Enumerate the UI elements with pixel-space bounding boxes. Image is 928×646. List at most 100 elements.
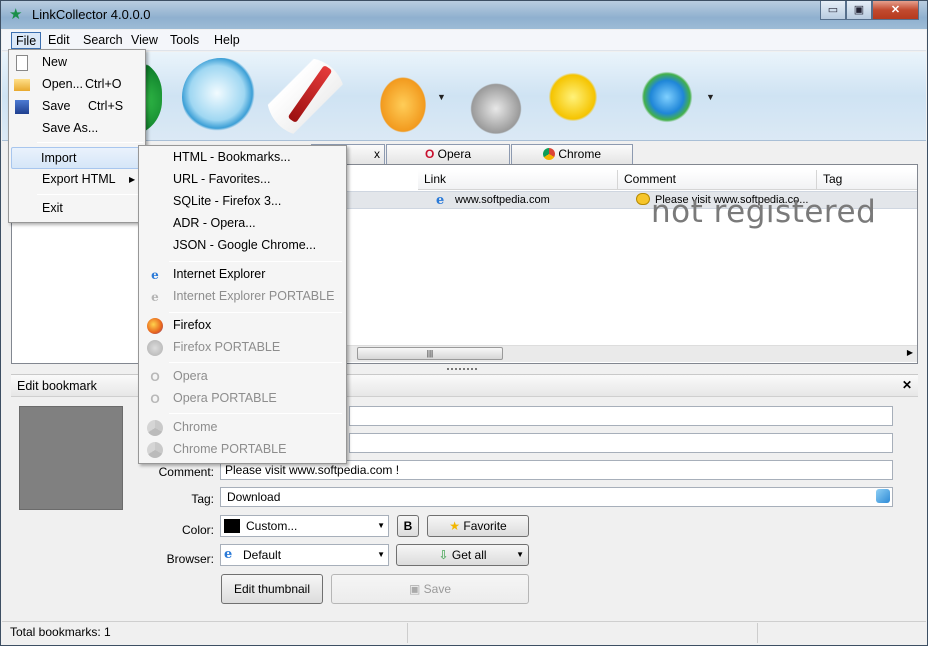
open-shortcut: Ctrl+O	[85, 77, 122, 91]
search-icon[interactable]	[182, 58, 260, 136]
edit-thumbnail-button[interactable]: Edit thumbnail	[221, 574, 323, 604]
panel-splitter[interactable]	[447, 368, 477, 372]
status-bar: Total bookmarks: 1	[2, 621, 926, 645]
import-opera-portable[interactable]: O Opera PORTABLE	[141, 388, 344, 410]
scroll-right-icon[interactable]: ▶	[907, 348, 913, 357]
import-html-bookmarks[interactable]: HTML - Bookmarks...	[141, 147, 344, 169]
not-registered-watermark: not registered	[651, 194, 877, 230]
minimize-button[interactable]: ▭	[820, 1, 846, 20]
info-dropdown-arrow[interactable]: ▼	[437, 92, 446, 102]
save-disk-icon	[15, 100, 29, 114]
edit-document-icon[interactable]	[267, 58, 345, 136]
browser-dropdown[interactable]: e Default ▼	[220, 544, 389, 566]
color-swatch	[224, 519, 240, 533]
menu-separator	[169, 413, 342, 414]
chrome-icon	[542, 148, 555, 160]
sync-dropdown-arrow[interactable]: ▼	[706, 92, 715, 102]
favorite-star-icon[interactable]	[534, 58, 612, 136]
ie-icon: e	[224, 547, 233, 562]
tag-edit-icon[interactable]	[876, 489, 890, 503]
maximize-button[interactable]: ▣	[846, 1, 872, 20]
ie-icon: e	[151, 290, 159, 304]
menu-edit[interactable]: Edit	[44, 32, 74, 49]
import-internet-explorer[interactable]: e Internet Explorer	[141, 264, 344, 286]
tab-opera-label: Opera	[437, 147, 472, 161]
comment-bubble-icon	[636, 193, 650, 205]
tab-opera[interactable]: O Opera	[386, 144, 510, 165]
import-url-favorites[interactable]: URL - Favorites...	[141, 169, 344, 191]
sync-icon[interactable]	[628, 58, 706, 136]
menu-separator	[169, 312, 342, 313]
comment-label: Comment:	[158, 465, 214, 479]
opera-icon: O	[150, 392, 160, 406]
tag-value: Download	[227, 490, 281, 504]
menu-search[interactable]: Search	[79, 32, 127, 49]
status-total: Total bookmarks: 1	[4, 623, 408, 643]
thumbnail-preview	[19, 406, 123, 510]
lock-icon[interactable]	[457, 58, 535, 136]
menu-help[interactable]: Help	[210, 32, 244, 49]
row-link: www.softpedia.com	[455, 194, 550, 206]
scrollbar-thumb[interactable]: |||	[357, 347, 503, 360]
chevron-down-icon: ▼	[377, 550, 385, 559]
title-bar[interactable]: ★ LinkCollector 4.0.0.0 ▭ ▣ ✕	[1, 1, 927, 29]
menu-item-save[interactable]: Save Ctrl+S	[11, 96, 143, 118]
save-disk-icon: ▣	[408, 582, 421, 596]
browser-label: Browser:	[166, 552, 214, 566]
opera-icon: O	[424, 147, 435, 161]
firefox-icon	[147, 340, 163, 356]
menu-item-save-as[interactable]: Save As...	[11, 118, 143, 140]
opera-icon: O	[150, 370, 160, 384]
menu-item-new[interactable]: New	[11, 52, 143, 74]
edit-panel-title: Edit bookmark	[17, 379, 97, 393]
get-all-button[interactable]: ⇩ Get all ▼	[396, 544, 529, 566]
import-adr-opera[interactable]: ADR - Opera...	[141, 213, 344, 235]
column-header-link[interactable]: Link	[418, 170, 618, 190]
ie-icon: e	[436, 193, 445, 208]
chrome-icon	[147, 420, 163, 436]
firefox-icon	[147, 318, 163, 334]
column-header-tag[interactable]: Tag	[817, 170, 917, 190]
open-folder-icon	[14, 79, 30, 91]
color-value: Custom...	[246, 519, 298, 533]
import-internet-explorer-portable[interactable]: e Internet Explorer PORTABLE	[141, 286, 344, 308]
tab-chrome[interactable]: Chrome	[511, 144, 633, 165]
bold-button[interactable]: B	[397, 515, 419, 537]
menu-item-export-html[interactable]: Export HTML ▶	[11, 169, 143, 191]
menu-tools[interactable]: Tools	[166, 32, 203, 49]
menu-view[interactable]: View	[127, 32, 162, 49]
info-icon[interactable]	[364, 58, 442, 136]
link-field[interactable]	[349, 433, 893, 453]
save-label: Save	[423, 582, 452, 596]
chrome-icon	[147, 442, 163, 458]
import-firefox[interactable]: Firefox	[141, 315, 344, 337]
menu-separator	[37, 142, 143, 143]
file-menu: New Open... Ctrl+O Save Ctrl+S Save As..…	[8, 49, 146, 223]
color-dropdown[interactable]: Custom... ▼	[220, 515, 389, 537]
import-chrome-portable[interactable]: Chrome PORTABLE	[141, 439, 344, 461]
import-submenu: HTML - Bookmarks... URL - Favorites... S…	[138, 145, 347, 464]
menu-separator	[37, 194, 143, 195]
menu-file[interactable]: File	[11, 32, 42, 49]
close-button[interactable]: ✕	[872, 1, 919, 20]
import-chrome[interactable]: Chrome	[141, 417, 344, 439]
favorite-button[interactable]: ★ Favorite	[427, 515, 529, 537]
menu-item-import[interactable]: Import	[11, 147, 143, 169]
tag-field[interactable]: Download	[220, 487, 893, 507]
save-button[interactable]: ▣ Save	[331, 574, 529, 604]
get-all-label: Get all	[451, 548, 487, 562]
menu-item-exit[interactable]: Exit	[11, 198, 143, 220]
edit-panel-close-icon[interactable]: ✕	[902, 378, 912, 392]
import-json-chrome[interactable]: JSON - Google Chrome...	[141, 235, 344, 257]
import-firefox-portable[interactable]: Firefox PORTABLE	[141, 337, 344, 359]
name-field[interactable]	[349, 406, 893, 426]
save-shortcut: Ctrl+S	[88, 99, 124, 113]
favorite-label: Favorite	[463, 519, 507, 533]
menu-item-open[interactable]: Open... Ctrl+O	[11, 74, 143, 96]
menu-bar: File Edit Search View Tools Help	[2, 30, 926, 51]
window-title: LinkCollector 4.0.0.0	[32, 7, 151, 22]
status-section-3	[758, 623, 924, 643]
column-header-comment[interactable]: Comment	[618, 170, 817, 190]
import-opera[interactable]: O Opera	[141, 366, 344, 388]
import-sqlite-firefox[interactable]: SQLite - Firefox 3...	[141, 191, 344, 213]
